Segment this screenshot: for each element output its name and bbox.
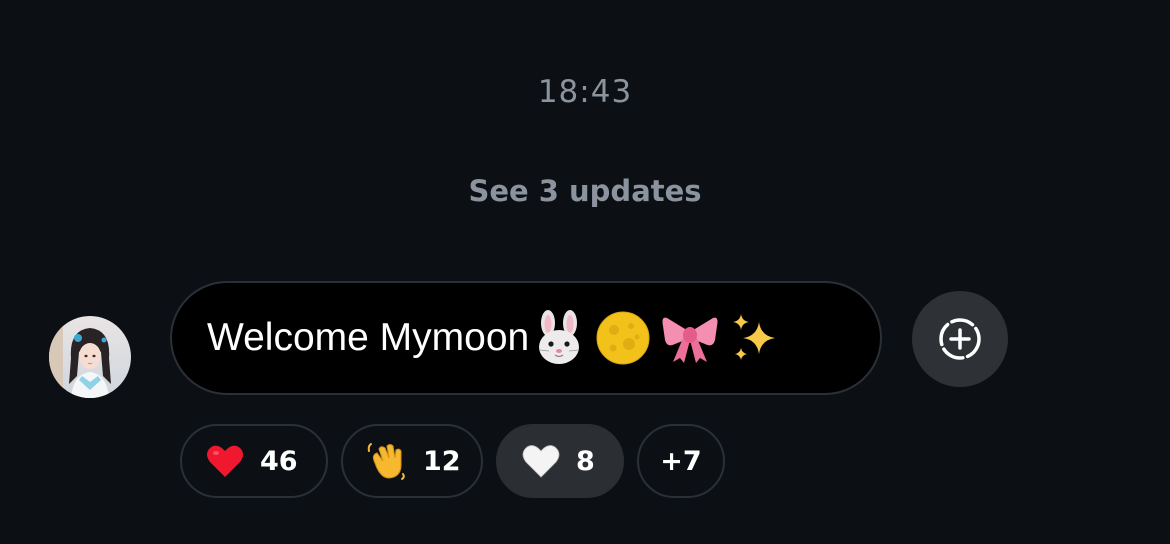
- see-updates-link[interactable]: See 3 updates: [0, 174, 1170, 208]
- message-emojis: [533, 310, 781, 366]
- more-reactions-count: +7: [660, 445, 702, 477]
- avatar[interactable]: [49, 316, 131, 398]
- sparkles-icon: [733, 314, 776, 360]
- more-reactions-chip[interactable]: +7: [637, 424, 725, 498]
- chat-screen: 18:43 See 3 updates Welcome Mymoon 46 12…: [0, 0, 1170, 544]
- reaction-count: 46: [260, 445, 298, 477]
- reaction-chip-waving-hand[interactable]: 12: [341, 424, 483, 498]
- white-heart-icon: [522, 443, 560, 479]
- reaction-chip-white-heart[interactable]: 8: [496, 424, 624, 498]
- add-reaction-button[interactable]: [912, 291, 1008, 387]
- full-moon-icon: [596, 311, 650, 365]
- message-bubble[interactable]: Welcome Mymoon: [170, 281, 882, 395]
- reaction-bar: 46 12 8 +7: [180, 424, 725, 498]
- reaction-count: 8: [576, 445, 595, 477]
- ribbon-icon: [662, 317, 718, 363]
- message-timestamp: 18:43: [537, 74, 633, 110]
- waving-hand-icon: [367, 441, 407, 481]
- reaction-count: 12: [423, 445, 461, 477]
- reaction-chip-red-heart[interactable]: 46: [180, 424, 328, 498]
- red-heart-icon: [206, 443, 244, 479]
- add-reaction-icon: [939, 318, 981, 360]
- message-text: Welcome Mymoon: [207, 316, 530, 359]
- rabbit-face-icon: [539, 310, 580, 364]
